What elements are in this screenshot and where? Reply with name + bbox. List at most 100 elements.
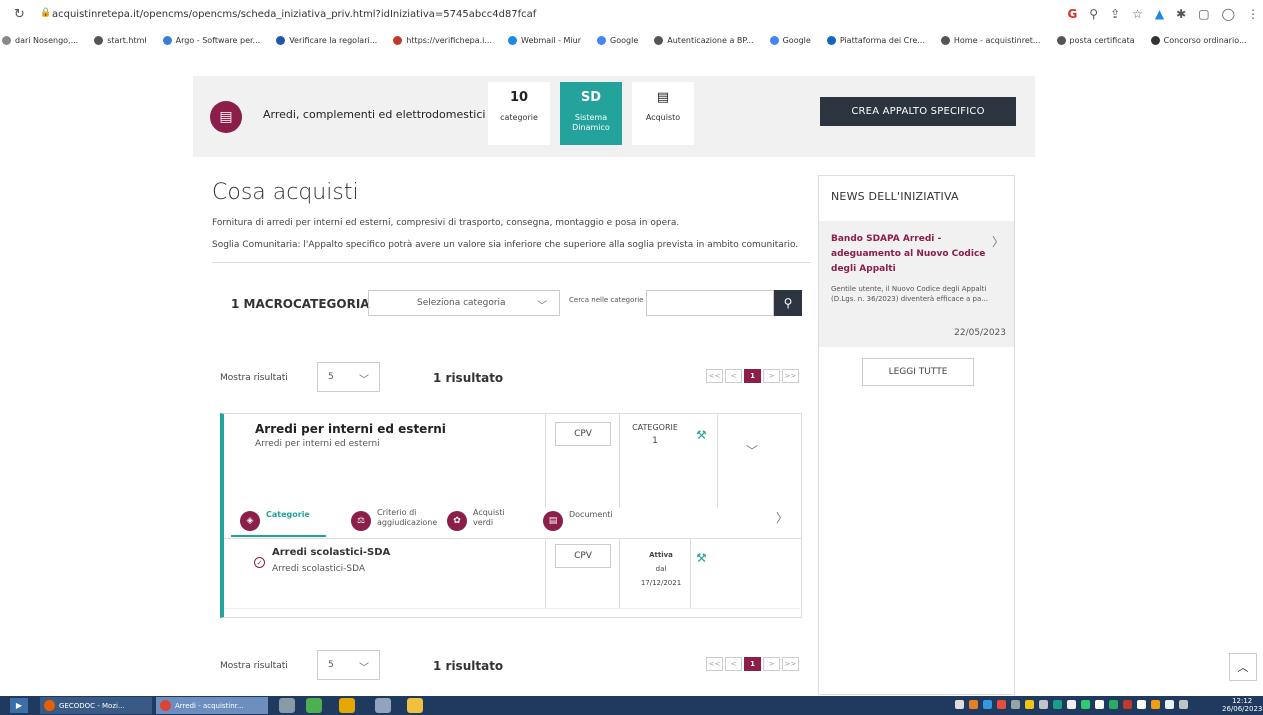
acquisto-label: Acquisto bbox=[645, 113, 681, 122]
tab-acquisti-verdi[interactable]: ✿ Acquisti verdi bbox=[447, 508, 505, 531]
categorie-label: CATEGORIE bbox=[632, 423, 678, 432]
bookmark-item[interactable]: Webmail - Miur bbox=[508, 35, 581, 45]
bookmark-label: dari Nosengo,... bbox=[15, 35, 79, 45]
chevron-down-icon[interactable]: ﹀ bbox=[746, 442, 758, 459]
leggi-tutte-button[interactable]: LEGGI TUTTE bbox=[862, 358, 974, 386]
menu-icon[interactable]: ⋮ bbox=[1247, 7, 1259, 21]
sidepanel-icon[interactable]: ▢ bbox=[1198, 7, 1209, 21]
share-icon[interactable]: ⇪ bbox=[1110, 7, 1120, 21]
bookmark-icon bbox=[654, 35, 664, 45]
gavel-icon[interactable]: ⚒ bbox=[696, 551, 707, 565]
extensions-icon[interactable]: ✱ bbox=[1176, 7, 1186, 21]
start-icon[interactable]: ▶ bbox=[10, 698, 28, 713]
categorie-count: 1 bbox=[652, 436, 658, 446]
news-item[interactable]: Bando SDAPA Arredi - adeguamento al Nuov… bbox=[819, 221, 1014, 347]
pager-first[interactable]: << bbox=[706, 369, 723, 383]
profile-icon[interactable]: ◯ bbox=[1222, 7, 1235, 21]
bookmark-label: Piattaforma dei Cre... bbox=[839, 35, 925, 45]
url-text[interactable]: acquistinretepa.it/opencms/opencms/sched… bbox=[52, 9, 536, 20]
bookmark-icon bbox=[162, 35, 172, 45]
search-icon: ⚲ bbox=[783, 296, 793, 310]
reload-icon[interactable]: ↻ bbox=[14, 7, 25, 22]
news-title[interactable]: Bando SDAPA Arredi - adeguamento al Nuov… bbox=[831, 232, 991, 277]
bookmark-label: Argo - Software per... bbox=[175, 35, 261, 45]
bookmark-item[interactable]: Piattaforma dei Cre... bbox=[826, 35, 925, 45]
pager-last[interactable]: >> bbox=[782, 657, 799, 671]
tab-categorie[interactable]: ◈ Categorie bbox=[240, 508, 310, 531]
sd-label: Sistema Dinamico bbox=[572, 113, 610, 132]
pager-first[interactable]: << bbox=[706, 657, 723, 671]
subcategory-subtitle: Arredi scolastici-SDA bbox=[272, 564, 366, 574]
tag-icon: ◈ bbox=[240, 511, 260, 531]
status-active: Attiva dal 17/12/2021 bbox=[626, 548, 696, 590]
tab-criterio[interactable]: ⚖ Criterio di aggiudicazione bbox=[351, 508, 437, 531]
app-icon[interactable] bbox=[339, 698, 355, 713]
tab-label: Acquisti verdi bbox=[473, 508, 505, 527]
app-icon[interactable] bbox=[279, 698, 295, 713]
pager-page-1[interactable]: 1 bbox=[744, 369, 761, 383]
category-select[interactable]: Seleziona categoria ﹀ bbox=[368, 290, 560, 316]
sub-cpv-button[interactable]: CPV bbox=[555, 544, 611, 568]
pager-prev[interactable]: < bbox=[725, 657, 742, 671]
crea-appalto-button[interactable]: CREA APPALTO SPECIFICO bbox=[820, 97, 1016, 126]
bookmark-item[interactable]: posta certificata bbox=[1056, 35, 1135, 45]
card-title[interactable]: Arredi per interni ed esterni bbox=[255, 422, 446, 436]
tab-documenti[interactable]: ▤ Documenti bbox=[543, 508, 613, 531]
news-date: 22/05/2023 bbox=[954, 328, 1006, 338]
app-icon[interactable] bbox=[306, 698, 322, 713]
sistema-dinamico-tile[interactable]: SD Sistema Dinamico bbox=[560, 82, 622, 145]
folder-icon[interactable] bbox=[407, 698, 423, 713]
page-title: Cosa acquisti bbox=[212, 180, 359, 205]
pager-last[interactable]: >> bbox=[782, 369, 799, 383]
app-icon[interactable] bbox=[375, 698, 391, 713]
scroll-top-button[interactable]: ︿ bbox=[1229, 653, 1257, 681]
news-header: NEWS DELL'INIZIATIVA bbox=[831, 190, 959, 203]
bookmark-label: start.html bbox=[107, 35, 147, 45]
pager-prev[interactable]: < bbox=[725, 369, 742, 383]
chevron-right-icon[interactable]: 〉 bbox=[992, 233, 1004, 250]
bookmark-item[interactable]: Verificare la regolari... bbox=[276, 35, 377, 45]
bookmark-item[interactable]: Home - acquistinret... bbox=[940, 35, 1041, 45]
drive-icon[interactable]: ▲ bbox=[1155, 7, 1164, 21]
zoom-icon[interactable]: ⚲ bbox=[1089, 7, 1098, 21]
taskbar-item-firefox[interactable]: GECODOC - Mozi... bbox=[40, 697, 152, 714]
bookmark-item[interactable]: Google bbox=[597, 35, 638, 45]
acquisto-tile[interactable]: ▤ Acquisto bbox=[632, 82, 694, 145]
bookmark-icon bbox=[276, 35, 286, 45]
search-input[interactable] bbox=[646, 290, 774, 316]
divider bbox=[212, 262, 811, 263]
document-icon: ▤ bbox=[543, 511, 563, 531]
clock[interactable]: 12:12 26/06/2023 bbox=[1222, 697, 1262, 713]
taskbar-item-chrome[interactable]: Arredi - acquistinr... bbox=[156, 697, 268, 714]
search-button[interactable]: ⚲ bbox=[774, 290, 802, 316]
lock-icon[interactable]: 🔒 bbox=[40, 8, 51, 18]
bookmark-item[interactable]: Concorso ordinario... bbox=[1150, 35, 1247, 45]
gavel-icon: ⚖ bbox=[351, 511, 371, 531]
google-icon[interactable]: G bbox=[1067, 7, 1077, 21]
bookmark-item[interactable]: https://verifichepa.i... bbox=[393, 35, 492, 45]
tab-label: Documenti bbox=[569, 510, 613, 519]
bookmark-label: Google bbox=[782, 35, 811, 45]
categories-tile[interactable]: 10 categorie bbox=[488, 82, 550, 145]
bookmark-item[interactable]: start.html bbox=[94, 35, 147, 45]
bookmark-item[interactable]: dari Nosengo,... bbox=[2, 35, 79, 45]
pager-page-1[interactable]: 1 bbox=[744, 657, 761, 671]
pager-next[interactable]: > bbox=[763, 657, 780, 671]
bookmark-icon bbox=[769, 35, 779, 45]
bookmark-item[interactable]: Autenticazione a BP... bbox=[654, 35, 754, 45]
subcategory-title[interactable]: Arredi scolastici-SDA bbox=[272, 547, 390, 558]
search-label: Cerca nelle categorie bbox=[569, 296, 644, 304]
cpv-button[interactable]: CPV bbox=[555, 422, 611, 446]
per-page-select-bottom[interactable]: 5 ﹀ bbox=[317, 650, 380, 680]
chevron-right-icon[interactable]: 〉 bbox=[776, 509, 788, 526]
bookmark-item[interactable]: Argo - Software per... bbox=[162, 35, 261, 45]
bookmark-label: Home - acquistinret... bbox=[953, 35, 1041, 45]
pager-next[interactable]: > bbox=[763, 369, 780, 383]
categories-column: CATEGORIE 1 bbox=[624, 423, 686, 446]
per-page-select-top[interactable]: 5 ﹀ bbox=[317, 362, 380, 392]
bookmark-item[interactable]: Google bbox=[769, 35, 811, 45]
gavel-icon[interactable]: ⚒ bbox=[696, 428, 707, 442]
chevron-down-icon: ﹀ bbox=[537, 301, 547, 312]
leaf-icon: ✿ bbox=[447, 511, 467, 531]
star-icon[interactable]: ☆ bbox=[1132, 7, 1143, 21]
